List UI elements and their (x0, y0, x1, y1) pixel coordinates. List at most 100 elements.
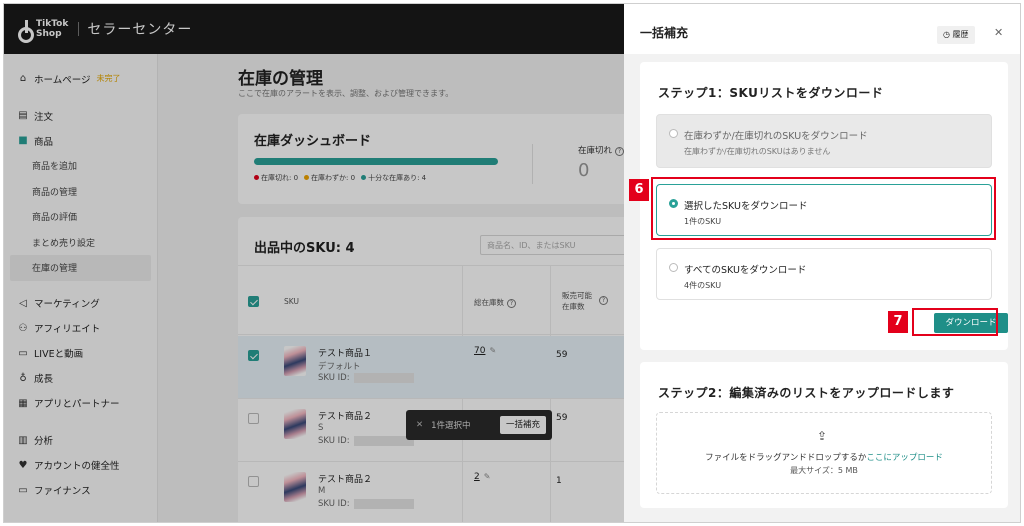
legend-out-of-stock: 在庫切れ: 0 (254, 173, 298, 183)
sidebar-item-label: 注文 (34, 111, 54, 123)
page-title: 在庫の管理 (238, 69, 323, 89)
sidebar-item-label: マーケティング (34, 299, 100, 310)
row-checkbox[interactable] (248, 413, 259, 424)
close-icon[interactable]: ✕ (416, 420, 423, 430)
option-low-stock: 在庫わずか/在庫切れのSKUをダウンロード 在庫わずか/在庫切れのSKUはありま… (656, 114, 992, 168)
sidebar-subitem-add-product[interactable]: 商品を追加 (4, 153, 157, 179)
upload-link[interactable]: ここにアップロード (866, 453, 943, 463)
apps-grid-icon: ▦ (18, 397, 28, 409)
sidebar-item-account-health[interactable]: ♥ アカウントの健全性 (4, 453, 157, 478)
sidebar-item-label: LIVEと動画 (34, 349, 84, 360)
stock-legend: 在庫切れ: 0 在庫わずか: 0 十分な在庫あり: 4 (254, 173, 426, 183)
sidebar-item-home[interactable]: ⌂ ホームページ 未完了 (4, 66, 157, 91)
table-header: SKU 総在庫数? 販売可能在庫数 ? (238, 265, 658, 335)
product-thumbnail (284, 409, 306, 439)
sidebar-subitem-reviews[interactable]: 商品の評価 (4, 204, 157, 230)
radio-all-sku[interactable] (669, 263, 678, 272)
sku-list-title: 出品中のSKU: 4 (254, 241, 355, 256)
main-content: 在庫の管理 ここで在庫のアラートを表示、調整、および管理できます。 在庫ダッシュ… (158, 54, 658, 522)
sidebar-item-label: ファイナンス (34, 486, 91, 497)
sidebar-item-products[interactable]: ■ 商品 (4, 128, 157, 153)
product-box-icon: ■ (18, 135, 28, 146)
sidebar-item-label: ホームページ (34, 74, 91, 86)
upload-icon: ⇪ (817, 429, 828, 443)
logo-line1: TikTok (36, 19, 69, 29)
upload-text: ファイルをドラッグアンドドロップするか (705, 453, 867, 463)
product-name: テスト商品２ (318, 412, 373, 422)
sidebar-item-growth[interactable]: ♁ 成長 (4, 366, 157, 391)
highlight-box-7 (912, 308, 998, 336)
tiktok-shop-logo[interactable]: TikTok Shop (16, 19, 69, 43)
sidebar-item-orders[interactable]: ▤ 注文 (4, 103, 157, 128)
option-all-sku[interactable]: すべてのSKUをダウンロード 4件のSKU (656, 248, 992, 300)
available-stock-value: 59 (556, 413, 568, 423)
sku-id-label: SKU ID: (318, 499, 350, 509)
legend-sufficient: 十分な在庫あり: 4 (361, 173, 426, 183)
out-of-stock-label: 在庫切れ? (578, 144, 625, 156)
home-icon: ⌂ (19, 73, 27, 84)
sidebar-item-analytics[interactable]: ▥ 分析 (4, 428, 157, 453)
highlight-box-6 (651, 177, 996, 240)
sidebar-subitem-bundle[interactable]: まとめ売り設定 (4, 230, 157, 256)
sidebar-item-label: アフィリエイト (34, 324, 101, 335)
total-stock-value[interactable]: 2 ✎ (474, 472, 490, 482)
inventory-dashboard-card: 在庫ダッシュボード 在庫切れ: 0 在庫わずか: 0 十分な在庫あり: 4 在庫… (238, 114, 658, 204)
row-checkbox[interactable] (248, 350, 259, 361)
option-label: すべてのSKUをダウンロード (684, 265, 807, 276)
help-icon[interactable]: ? (615, 147, 625, 156)
incomplete-badge: 未完了 (96, 74, 121, 83)
radio-low-stock (669, 129, 678, 138)
sidebar-item-finance[interactable]: ▭ ファイナンス (4, 478, 157, 503)
product-variant: M (318, 486, 326, 496)
select-all-checkbox[interactable] (248, 296, 259, 307)
available-stock-value: 59 (556, 350, 568, 360)
step2-title: ステップ2：編集済みのリストをアップロードします (658, 386, 955, 400)
sidebar-item-live-video[interactable]: ▭ LIVEと動画 (4, 341, 157, 366)
sidebar-item-affiliate[interactable]: ⚇ アフィリエイト (4, 316, 157, 341)
people-icon: ⚇ (18, 322, 28, 334)
health-icon: ♥ (18, 459, 28, 471)
sidebar-item-label: アプリとパートナー (34, 399, 120, 410)
history-icon: ◷ (943, 30, 953, 39)
table-row[interactable]: テスト商品１ デフォルト SKU ID: 70 ✎ 59 (238, 336, 658, 399)
help-icon[interactable]: ? (599, 296, 608, 305)
sidebar-subitem-inventory[interactable]: 在庫の管理 (10, 255, 151, 281)
option-sub: 在庫わずか/在庫切れのSKUはありません (684, 147, 831, 156)
sidebar-item-marketing[interactable]: ◁ マーケティング (4, 291, 157, 316)
logo-divider (78, 22, 80, 36)
clipboard-icon: ▤ (18, 110, 28, 121)
app-window: TikTok Shop セラーセンター ⌂ ホームページ 未完了 ▤ 注文 ■ … (3, 3, 1021, 523)
megaphone-icon: ◁ (19, 297, 27, 309)
sidebar-item-label: 分析 (34, 436, 54, 447)
history-button[interactable]: ◷ 履歴 (937, 26, 975, 44)
growth-icon: ♁ (19, 372, 27, 384)
legend-low-stock: 在庫わずか: 0 (304, 173, 355, 183)
option-label: 在庫わずか/在庫切れのSKUをダウンロード (684, 131, 868, 142)
total-stock-value[interactable]: 70 ✎ (474, 346, 496, 356)
close-icon[interactable]: ✕ (994, 26, 1003, 39)
sku-list-card: 出品中のSKU: 4 商品名、ID、またはSKU SKU 総在庫数? 販売可能在… (238, 217, 658, 522)
sidebar-item-apps[interactable]: ▦ アプリとパートナー (4, 391, 157, 416)
annotation-marker-7: 7 (888, 311, 908, 333)
column-available-stock: 販売可能在庫数 (562, 291, 592, 311)
edit-icon[interactable]: ✎ (484, 472, 491, 481)
sku-id-redacted (354, 499, 414, 509)
selected-count: 1件選択中 (431, 421, 471, 431)
help-icon[interactable]: ? (507, 299, 516, 308)
table-row[interactable]: テスト商品２ M SKU ID: 2 ✎ 1 (238, 462, 658, 522)
product-variant: デフォルト (318, 362, 361, 372)
bulk-restock-drawer: 一括補充 ◷ 履歴 ✕ ステップ1：SKUリストをダウンロード 在庫わずか/在庫… (624, 4, 1020, 522)
row-checkbox[interactable] (248, 476, 259, 487)
upload-dropzone[interactable]: ⇪ ファイルをドラッグアンドドロップするかここにアップロード 最大サイズ：5 M… (656, 412, 992, 494)
sidebar: ⌂ ホームページ 未完了 ▤ 注文 ■ 商品 商品を追加 商品の管理 商品の評価… (4, 54, 158, 522)
stock-progress-bar (254, 158, 498, 165)
available-stock-value: 1 (556, 476, 562, 486)
sidebar-subitem-manage-products[interactable]: 商品の管理 (4, 179, 157, 205)
bulk-restock-button[interactable]: 一括補充 (499, 416, 546, 434)
out-of-stock-value: 0 (578, 160, 590, 181)
dashboard-title: 在庫ダッシュボード (254, 134, 372, 149)
sku-id-redacted (354, 373, 414, 383)
edit-icon[interactable]: ✎ (489, 346, 496, 355)
wallet-icon: ▭ (18, 484, 28, 496)
app-title: セラーセンター (87, 22, 193, 38)
